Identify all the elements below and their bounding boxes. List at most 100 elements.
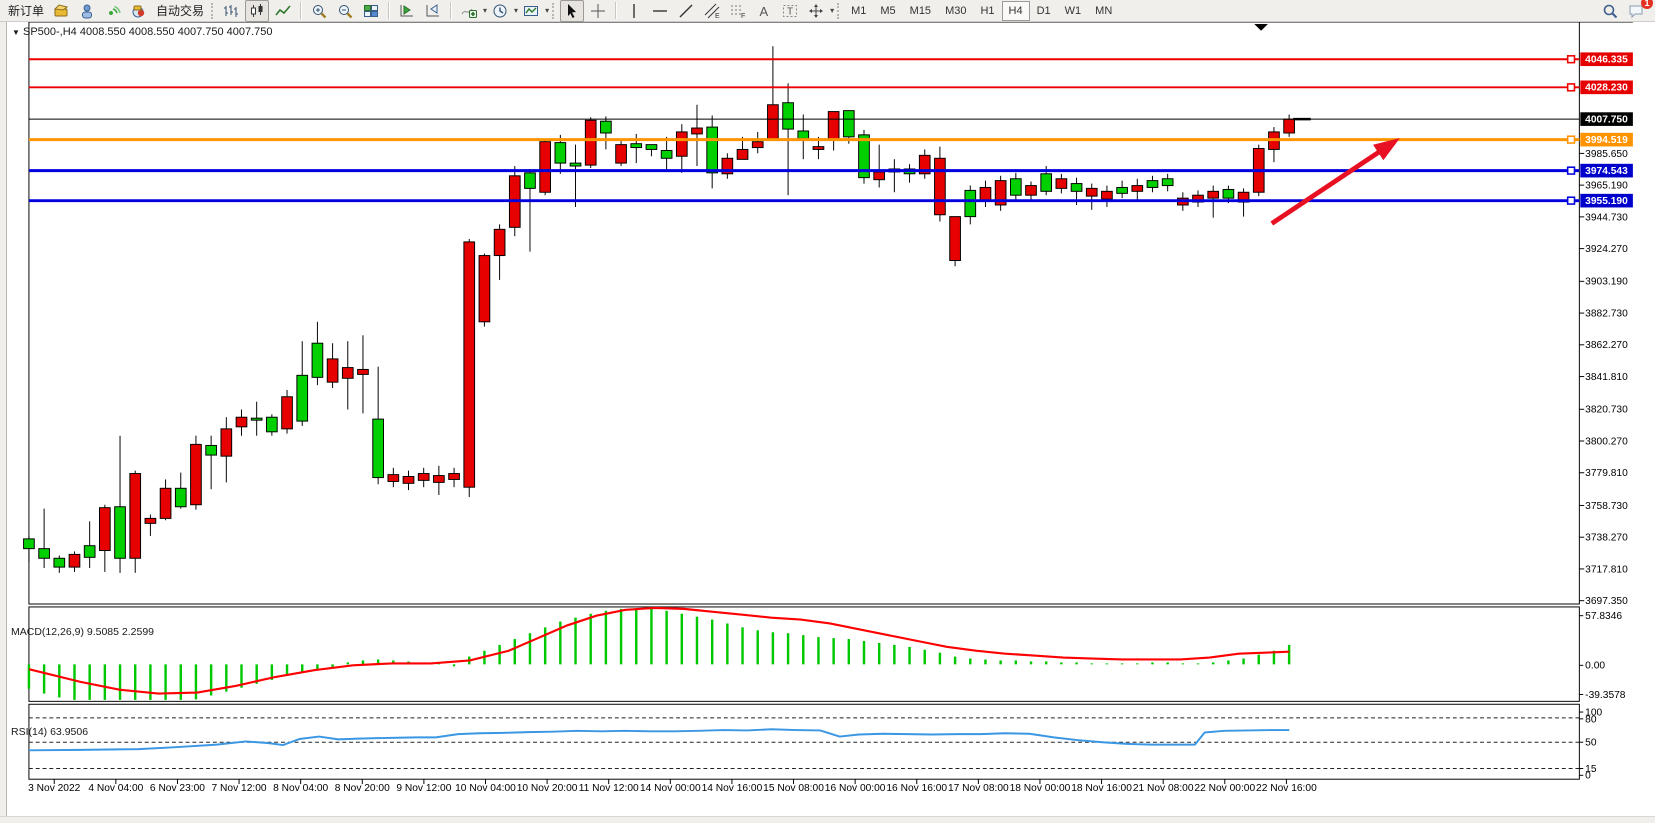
line-handle[interactable]	[1568, 84, 1575, 91]
macd-axis-label: -39.3578	[1585, 690, 1626, 701]
price-tick-label: 3800.270	[1585, 436, 1628, 447]
tile-windows-icon[interactable]	[359, 0, 383, 22]
rsi-axis-label: 80	[1585, 714, 1597, 725]
timeframe-D1[interactable]: D1	[1030, 1, 1058, 21]
new-order-icon[interactable]	[49, 0, 73, 22]
svg-text:E: E	[715, 13, 720, 20]
time-axis-label: 18 Nov 16:00	[1071, 783, 1132, 794]
candlestick-chart-icon[interactable]	[245, 0, 269, 22]
new-order-button[interactable]: 新订单	[8, 2, 44, 19]
price-badge-label: 4046.335	[1585, 55, 1628, 66]
toolbar-separator	[300, 2, 302, 19]
time-axis-label: 18 Nov 00:00	[1010, 783, 1071, 794]
time-axis-label: 9 Nov 12:00	[396, 783, 451, 794]
toolbar-grip	[552, 3, 556, 19]
toolbar-separator	[615, 2, 617, 19]
price-tick-label: 3717.810	[1585, 564, 1628, 575]
price-tick-label: 3841.810	[1585, 372, 1628, 383]
time-axis-label: 16 Nov 16:00	[886, 783, 947, 794]
line-handle[interactable]	[1568, 136, 1575, 143]
label-icon[interactable]: T	[778, 0, 802, 22]
toolbar-grip	[837, 3, 841, 19]
vertical-line-icon[interactable]	[622, 0, 646, 22]
time-axis-label: 17 Nov 08:00	[948, 783, 1009, 794]
accounts-icon[interactable]	[75, 0, 99, 22]
time-axis-label: 16 Nov 00:00	[825, 783, 886, 794]
zoom-out-icon[interactable]	[333, 0, 357, 22]
svg-text:T: T	[787, 6, 793, 17]
time-axis-label: 21 Nov 08:00	[1133, 783, 1194, 794]
chevron-down-icon[interactable]: ▾	[830, 6, 834, 15]
auto-trading-button[interactable]: 自动交易	[156, 2, 204, 19]
fibonacci-icon[interactable]: F	[726, 0, 750, 22]
signals-icon[interactable]	[101, 0, 125, 22]
timeframe-MN[interactable]: MN	[1088, 1, 1119, 21]
main-toolbar: 新订单 自动交易 ▾ ▾ ▾ E F A T ▾ M1M5M15M30H1H4D	[0, 0, 1655, 22]
time-axis-label: 10 Nov 20:00	[517, 783, 578, 794]
svg-text:F: F	[741, 13, 745, 20]
time-axis-label: 6 Nov 23:00	[150, 783, 205, 794]
templates-icon[interactable]	[519, 0, 543, 22]
chart-shift-icon[interactable]	[421, 0, 445, 22]
time-axis-label: 3 Nov 2022	[28, 783, 81, 794]
time-axis-label: 14 Nov 00:00	[640, 783, 701, 794]
chevron-down-icon[interactable]: ▾	[545, 6, 549, 15]
trendline-icon[interactable]	[674, 0, 698, 22]
time-axis-label: 8 Nov 20:00	[335, 783, 390, 794]
notification-badge[interactable]: 1	[1641, 0, 1653, 9]
price-tick-label: 3944.730	[1585, 212, 1628, 223]
chart-canvas[interactable]: 3985.6503965.1903944.7303924.2703903.190…	[0, 22, 1655, 823]
macd-axis-label: 0.00	[1585, 661, 1605, 672]
rsi-axis-label: 50	[1585, 738, 1597, 749]
timeframe-M15[interactable]: M15	[903, 1, 938, 21]
search-icon[interactable]	[1598, 0, 1622, 22]
price-tick-label: 3903.190	[1585, 277, 1628, 288]
crosshair-icon[interactable]	[586, 0, 610, 22]
toolbar-grip	[211, 3, 215, 19]
timeframe-H4[interactable]: H4	[1002, 1, 1030, 21]
arrows-icon[interactable]	[804, 0, 828, 22]
timeframe-M1[interactable]: M1	[844, 1, 873, 21]
line-handle[interactable]	[1568, 197, 1575, 204]
toolbar-separator	[388, 2, 390, 19]
zoom-in-icon[interactable]	[307, 0, 331, 22]
horizontal-line-icon[interactable]	[648, 0, 672, 22]
timeframe-M5[interactable]: M5	[873, 1, 902, 21]
time-axis-label: 8 Nov 04:00	[273, 783, 328, 794]
window-edge	[0, 22, 7, 816]
channel-icon[interactable]: E	[700, 0, 724, 22]
cursor-icon[interactable]	[560, 0, 584, 22]
price-tick-label: 3924.270	[1585, 244, 1628, 255]
price-tick-label: 3779.810	[1585, 468, 1628, 479]
chevron-down-icon[interactable]: ▾	[483, 6, 487, 15]
indicators-icon[interactable]	[457, 0, 481, 22]
autotrade-icon[interactable]	[127, 0, 151, 22]
chevron-down-icon[interactable]: ▾	[514, 6, 518, 15]
time-axis-label: 14 Nov 16:00	[702, 783, 763, 794]
periods-icon[interactable]	[488, 0, 512, 22]
macd-axis-label: 57.8346	[1585, 611, 1622, 622]
price-badge-label: 4007.750	[1585, 115, 1628, 126]
line-handle[interactable]	[1568, 167, 1575, 174]
time-axis-label: 4 Nov 04:00	[88, 783, 143, 794]
line-handle[interactable]	[1568, 56, 1575, 63]
time-axis-label: 11 Nov 12:00	[579, 783, 639, 794]
price-tick-label: 3862.270	[1585, 340, 1628, 351]
time-axis-label: 10 Nov 04:00	[455, 783, 516, 794]
trading-platform-window: 新订单 自动交易 ▾ ▾ ▾ E F A T ▾ M1M5M15M30H1H4D	[0, 0, 1655, 823]
time-axis-label: 22 Nov 00:00	[1194, 783, 1255, 794]
timeframe-W1[interactable]: W1	[1058, 1, 1089, 21]
time-axis-label: 15 Nov 08:00	[763, 783, 824, 794]
price-tick-label: 3697.350	[1585, 596, 1628, 607]
text-icon[interactable]: A	[752, 0, 776, 22]
svg-text:A: A	[760, 4, 769, 19]
timeframe-toolbar: M1M5M15M30H1H4D1W1MN	[844, 1, 1119, 21]
bar-chart-icon[interactable]	[219, 0, 243, 22]
timeframe-M30[interactable]: M30	[938, 1, 973, 21]
timeframe-H1[interactable]: H1	[973, 1, 1001, 21]
line-chart-icon[interactable]	[271, 0, 295, 22]
auto-scroll-icon[interactable]	[395, 0, 419, 22]
toolbar-separator	[450, 2, 452, 19]
time-axis-label: 22 Nov 16:00	[1256, 783, 1317, 794]
price-badge-label: 3955.190	[1585, 196, 1628, 207]
